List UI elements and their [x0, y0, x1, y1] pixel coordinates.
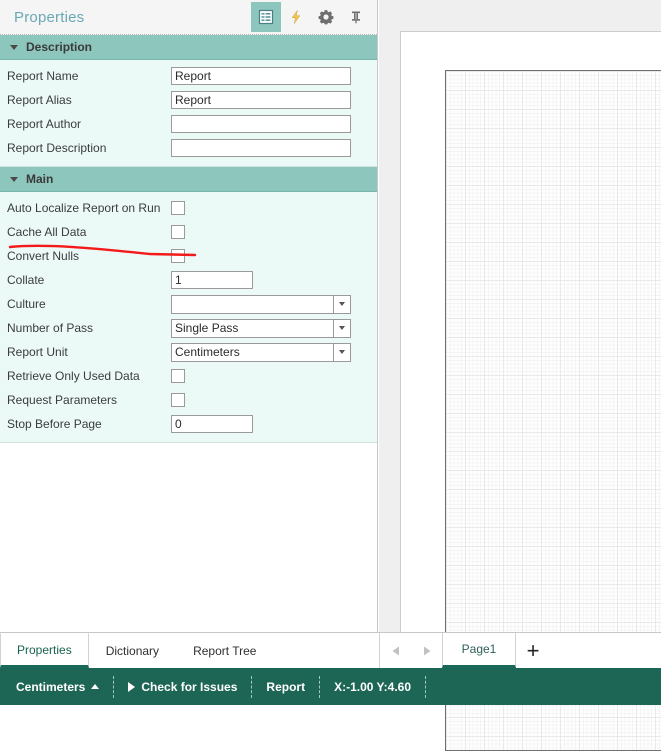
label-number-of-pass: Number of Pass — [7, 321, 94, 335]
property-row-report-author: Report Author — [0, 112, 377, 136]
caret-up-icon — [91, 684, 100, 689]
page-tab-page1[interactable]: Page1 — [442, 633, 516, 668]
bottom-tabs-bar: Properties Dictionary Report Tree Page1 … — [0, 632, 661, 668]
property-row-retrieve-only-used-data: Retrieve Only Used Data — [0, 364, 377, 388]
property-row-convert-nulls: Convert Nulls — [0, 244, 377, 268]
page-tabs: Page1 + — [379, 633, 661, 668]
panel-header-icons — [251, 2, 371, 32]
status-unit-selector[interactable]: Centimeters — [16, 675, 115, 698]
status-report[interactable]: Report — [266, 675, 321, 698]
checkbox-cache-all-data[interactable] — [171, 225, 185, 239]
status-coordinates-label: X:-1.00 Y:4.60 — [334, 679, 412, 694]
input-report-description[interactable] — [171, 139, 351, 157]
combo-culture[interactable] — [171, 294, 351, 314]
combo-culture-value — [171, 294, 333, 314]
tab-dictionary-label: Dictionary — [105, 643, 160, 658]
property-row-culture: Culture — [0, 292, 377, 316]
checkbox-retrieve-only-used-data[interactable] — [171, 369, 185, 383]
page-tab-page1-label: Page1 — [461, 642, 497, 656]
report-canvas-area[interactable] — [379, 0, 661, 751]
chevron-down-icon — [10, 44, 18, 50]
section-title-main: Main — [26, 172, 54, 186]
property-row-collate: Collate — [0, 268, 377, 292]
chevron-down-icon — [339, 326, 345, 330]
checkbox-convert-nulls[interactable] — [171, 249, 185, 263]
label-culture: Culture — [7, 297, 46, 311]
page-sheet[interactable] — [400, 31, 661, 751]
input-report-name[interactable] — [171, 67, 351, 85]
chevron-right-icon[interactable] — [411, 633, 442, 668]
label-report-description: Report Description — [7, 141, 107, 155]
add-page-button[interactable]: + — [516, 633, 550, 668]
properties-grid-icon[interactable] — [251, 2, 281, 32]
label-auto-localize: Auto Localize Report on Run — [7, 201, 161, 215]
tab-report-tree[interactable]: Report Tree — [176, 633, 273, 668]
property-row-report-description: Report Description — [0, 136, 377, 160]
input-collate[interactable] — [171, 271, 253, 289]
combo-number-of-pass-value: Single Pass — [171, 318, 333, 338]
label-report-author: Report Author — [7, 117, 82, 131]
section-body-main: Auto Localize Report on Run Cache All Da… — [0, 192, 377, 443]
checkbox-request-parameters[interactable] — [171, 393, 185, 407]
events-lightning-icon[interactable] — [281, 2, 311, 32]
section-body-description: Report Name Report Alias Report Author R… — [0, 60, 377, 167]
checkbox-auto-localize[interactable] — [171, 201, 185, 215]
combo-number-of-pass-arrow[interactable] — [333, 318, 351, 338]
tab-dictionary[interactable]: Dictionary — [89, 633, 176, 668]
combo-report-unit[interactable]: Centimeters — [171, 342, 351, 362]
property-row-number-of-pass: Number of Pass Single Pass — [0, 316, 377, 340]
label-report-name: Report Name — [7, 69, 79, 83]
combo-report-unit-value: Centimeters — [171, 342, 333, 362]
label-cache-all-data: Cache All Data — [7, 225, 87, 239]
section-title-description: Description — [26, 40, 93, 54]
report-designer-window: Properties Description Report Name Repor… — [0, 0, 661, 751]
status-unit-label: Centimeters — [16, 679, 86, 694]
status-check-issues[interactable]: Check for Issues — [128, 675, 253, 698]
section-header-description[interactable]: Description — [0, 35, 377, 60]
property-row-cache-all-data: Cache All Data — [0, 220, 377, 244]
tab-report-tree-label: Report Tree — [193, 643, 257, 658]
combo-number-of-pass[interactable]: Single Pass — [171, 318, 351, 338]
status-check-issues-label: Check for Issues — [141, 679, 238, 694]
properties-panel-header: Properties — [0, 0, 377, 35]
label-stop-before-page: Stop Before Page — [7, 417, 102, 431]
label-convert-nulls: Convert Nulls — [7, 249, 80, 263]
pin-icon[interactable] — [341, 2, 371, 32]
chevron-down-icon — [339, 302, 345, 306]
status-report-label: Report — [266, 679, 306, 694]
property-row-auto-localize: Auto Localize Report on Run — [0, 196, 377, 220]
section-header-main[interactable]: Main — [0, 167, 377, 192]
label-report-alias: Report Alias — [7, 93, 72, 107]
chevron-down-icon — [339, 350, 345, 354]
property-row-report-alias: Report Alias — [0, 88, 377, 112]
play-icon — [128, 681, 136, 692]
input-report-alias[interactable] — [171, 91, 351, 109]
label-request-parameters: Request Parameters — [7, 393, 118, 407]
tab-properties[interactable]: Properties — [0, 633, 89, 668]
label-retrieve-only-used-data: Retrieve Only Used Data — [7, 369, 140, 383]
input-report-author[interactable] — [171, 115, 351, 133]
settings-gear-icon[interactable] — [311, 2, 341, 32]
chevron-left-icon[interactable] — [380, 633, 411, 668]
panel-tabs: Properties Dictionary Report Tree — [0, 633, 273, 668]
property-row-report-name: Report Name — [0, 64, 377, 88]
property-row-report-unit: Report Unit Centimeters — [0, 340, 377, 364]
property-row-stop-before-page: Stop Before Page — [0, 412, 377, 436]
combo-culture-arrow[interactable] — [333, 294, 351, 314]
label-report-unit: Report Unit — [7, 345, 68, 359]
property-row-request-parameters: Request Parameters — [0, 388, 377, 412]
label-collate: Collate — [7, 273, 45, 287]
chevron-down-icon — [10, 176, 18, 182]
status-coordinates: X:-1.00 Y:4.60 — [334, 675, 427, 698]
properties-panel: Properties Description Report Name Repor… — [0, 0, 378, 632]
input-stop-before-page[interactable] — [171, 415, 253, 433]
status-bar: Centimeters Check for Issues Report X:-1… — [0, 668, 661, 705]
combo-report-unit-arrow[interactable] — [333, 342, 351, 362]
tab-properties-label: Properties — [17, 642, 72, 657]
panel-title: Properties — [14, 8, 85, 26]
